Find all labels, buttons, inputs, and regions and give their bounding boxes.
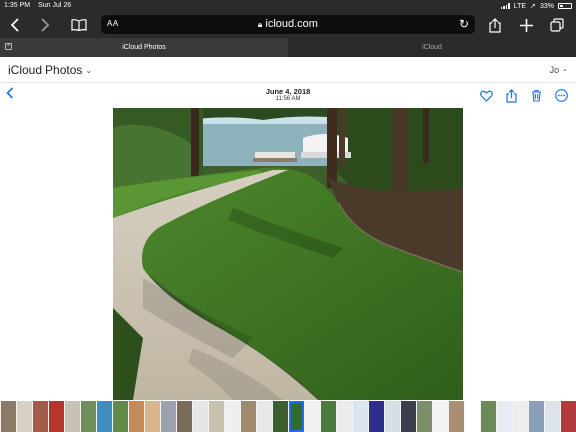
more-options-icon[interactable] [553, 87, 570, 104]
filmstrip-thumbnail[interactable] [17, 401, 32, 432]
filmstrip-thumbnail[interactable] [433, 401, 448, 432]
forward-arrow-icon[interactable] [36, 16, 54, 34]
filmstrip-thumbnail[interactable] [353, 401, 368, 432]
user-menu[interactable]: Jo ⌄ [550, 65, 568, 75]
tab-icloud-photos[interactable]: × iCloud Photos [0, 38, 288, 57]
filmstrip-thumbnail[interactable] [1, 401, 16, 432]
signal-icon [500, 3, 510, 9]
favorite-heart-icon[interactable] [478, 87, 495, 104]
new-tab-plus-icon[interactable] [517, 16, 535, 34]
filmstrip-thumbnail[interactable] [417, 401, 432, 432]
filmstrip-thumbnail[interactable] [49, 401, 64, 432]
filmstrip-thumbnail[interactable] [241, 401, 256, 432]
app-switcher[interactable]: iCloud Photos ⌄ [8, 63, 92, 77]
filmstrip-thumbnail[interactable] [337, 401, 352, 432]
filmstrip-thumbnail[interactable] [321, 401, 336, 432]
brand-name: iCloud [8, 63, 43, 77]
app-header: iCloud Photos ⌄ Jo ⌄ [0, 57, 576, 83]
back-arrow-icon[interactable] [6, 16, 24, 34]
lock-icon: 🔒︎ [258, 20, 263, 29]
tab-icloud[interactable]: iCloud [288, 38, 576, 57]
photo-image[interactable] [113, 108, 463, 400]
share-icon[interactable] [503, 87, 520, 104]
location-icon: ➚ [530, 3, 536, 10]
tab-label: iCloud Photos [122, 44, 166, 51]
user-name: Jo [549, 65, 560, 75]
filmstrip-thumbnail[interactable] [561, 401, 576, 432]
filmstrip-thumbnail[interactable] [97, 401, 112, 432]
tab-label: iCloud [422, 44, 442, 51]
battery-icon [558, 3, 572, 9]
photo-header: June 4, 2018 11:56 AM [0, 83, 576, 108]
filmstrip-thumbnail[interactable] [161, 401, 176, 432]
filmstrip-thumbnail[interactable] [209, 401, 224, 432]
filmstrip-thumbnail[interactable] [273, 401, 288, 432]
filmstrip-thumbnail[interactable] [257, 401, 272, 432]
filmstrip-thumbnail[interactable] [177, 401, 192, 432]
share-icon[interactable] [486, 16, 504, 34]
filmstrip-thumbnail[interactable] [305, 401, 320, 432]
filmstrip-thumbnail[interactable] [289, 401, 304, 432]
filmstrip-thumbnail[interactable] [513, 401, 528, 432]
filmstrip-thumbnail[interactable] [449, 401, 464, 432]
browser-toolbar: AA 🔒︎ icloud.com ↻ [0, 12, 576, 38]
status-date: Sun Jul 26 [38, 2, 72, 9]
photo-viewer [0, 108, 576, 400]
filmstrip-thumbnail[interactable] [481, 401, 496, 432]
filmstrip-thumbnail[interactable] [33, 401, 48, 432]
status-bar: 1:35 PM Sun Jul 26 LTE ➚ 33% [0, 0, 576, 12]
address-bar[interactable]: AA 🔒︎ icloud.com ↻ [101, 15, 475, 34]
trash-icon[interactable] [528, 87, 545, 104]
tab-bar: × iCloud Photos iCloud [0, 38, 576, 57]
bookmarks-book-icon[interactable] [70, 16, 88, 34]
status-time: 1:35 PM [4, 2, 31, 9]
app-section-name: Photos [45, 63, 83, 77]
filmstrip-thumbnail[interactable] [401, 401, 416, 432]
filmstrip-thumbnail[interactable] [465, 401, 480, 432]
chevron-down-icon: ⌄ [562, 66, 568, 73]
filmstrip-thumbnail[interactable] [225, 401, 240, 432]
filmstrip-thumbnail[interactable] [529, 401, 544, 432]
url-text: icloud.com [265, 18, 318, 30]
filmstrip-thumbnail[interactable] [369, 401, 384, 432]
filmstrip-thumbnail[interactable] [385, 401, 400, 432]
filmstrip-thumbnail[interactable] [113, 401, 128, 432]
close-tab-icon[interactable]: × [5, 43, 12, 50]
filmstrip-thumbnail[interactable] [497, 401, 512, 432]
filmstrip [0, 401, 576, 432]
network-label: LTE [513, 2, 527, 10]
reload-icon[interactable]: ↻ [459, 17, 469, 31]
filmstrip-thumbnail[interactable] [193, 401, 208, 432]
filmstrip-thumbnail[interactable] [545, 401, 560, 432]
tabs-overview-icon[interactable] [548, 16, 566, 34]
filmstrip-thumbnail[interactable] [129, 401, 144, 432]
filmstrip-thumbnail[interactable] [65, 401, 80, 432]
battery-percent: 33% [539, 2, 554, 10]
chevron-down-icon: ⌄ [85, 65, 93, 75]
filmstrip-thumbnail[interactable] [81, 401, 96, 432]
filmstrip-thumbnail[interactable] [145, 401, 160, 432]
